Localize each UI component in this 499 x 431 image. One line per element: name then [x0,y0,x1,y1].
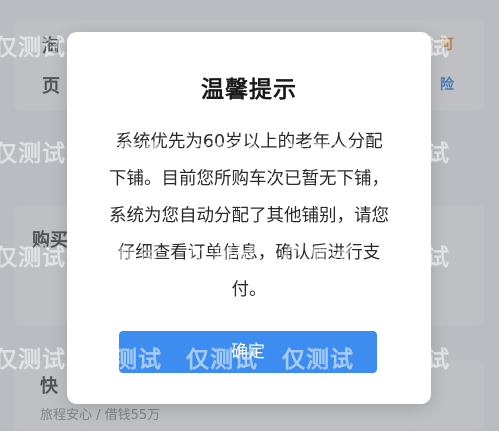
dialog-title: 温馨提示 [201,77,297,103]
dialog-message-line: 仔细查看订单信息，确认后进行支 [117,243,381,263]
dialog-message: 系统优先为60岁以上的老年人分配 下铺。目前您所购车次已暂无下铺， 系统为您自动… [83,124,415,309]
dialog-message-line: 系统为您自动分配了其他铺别，请您 [109,206,389,226]
dialog-message-line: 系统优先为60岁以上的老年人分配 [115,132,383,152]
confirm-button[interactable]: 确定 [119,331,377,373]
dialog-message-line: 下铺。目前您所购车次已暂无下铺， [109,169,389,189]
notice-dialog: 温馨提示 系统优先为60岁以上的老年人分配 下铺。目前您所购车次已暂无下铺， 系… [67,32,431,404]
dialog-message-line: 付。 [231,280,267,300]
